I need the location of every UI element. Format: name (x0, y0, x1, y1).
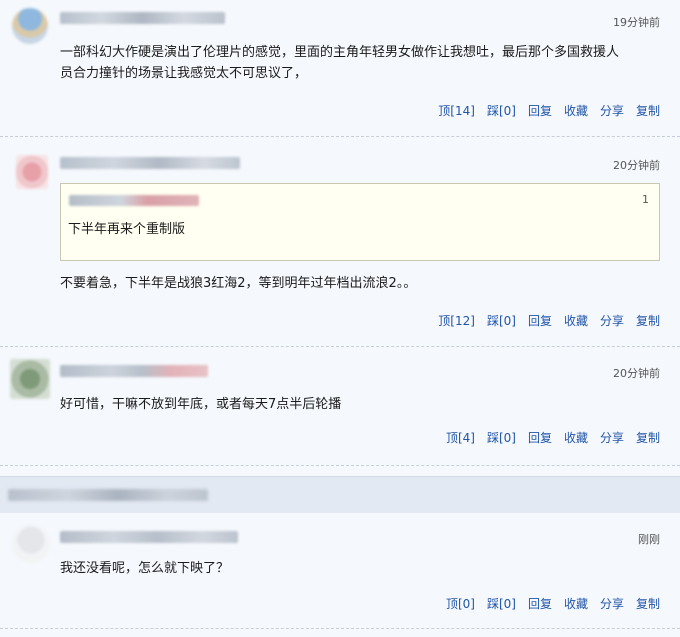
comment-text: 不要着急，下半年是战狼3红海2，等到明年过年档出流浪2。。 (60, 273, 660, 294)
comment-divider (0, 465, 680, 466)
comment-text-line: 好可惜，干嘛不放到年底，或者每天7点半后轮播 (60, 397, 342, 412)
comment-actions: 顶[12] 踩[0] 回复 收藏 分享 复制 (426, 312, 660, 329)
comment-time: 20分钟前 (613, 159, 660, 172)
quote-text: 下半年再来个重制版 (68, 222, 186, 237)
upvote-link[interactable]: 顶[0] (446, 597, 475, 611)
avatar[interactable] (10, 359, 50, 399)
reply-link[interactable]: 回复 (528, 314, 552, 328)
favorite-link[interactable]: 收藏 (564, 431, 588, 445)
comment-actions: 顶[0] 踩[0] 回复 收藏 分享 复制 (434, 595, 660, 612)
comment-text: 一部科幻大作硬是演出了伦理片的感觉，里面的主角年轻男女做作让我想吐，最后那个多国… (60, 42, 660, 84)
avatar[interactable] (12, 525, 50, 563)
comment-text: 我还没看呢，怎么就下映了？ (60, 558, 660, 579)
comment-item: 20分钟前 好可惜，干嘛不放到年底，或者每天7点半后轮播 顶[4] 踩[0] 回复收… (0, 347, 680, 465)
reply-link[interactable]: 回复 (528, 597, 552, 611)
quoted-comment: 1 下半年再来个重制版 (60, 183, 660, 261)
comment-item: 刚刚 我还没看呢，怎么就下映了？ 顶[0] 踩[0] 回复 收藏 分享 复制 (0, 513, 680, 637)
downvote-link[interactable]: 踩[0] (487, 104, 516, 118)
upvote-link[interactable]: 顶[12] (438, 314, 475, 328)
avatar[interactable] (12, 8, 48, 44)
copy-link[interactable]: 复制 (636, 431, 660, 445)
comment-item: 20分钟前 1 下半年再来个重制版 不要着急，下半年是战狼3红海2，等到明年过年… (0, 137, 680, 346)
favorite-link[interactable]: 收藏 (564, 104, 588, 118)
comment-actions: 顶[14] 踩[0] 回复 收藏 分享 复制 (426, 102, 660, 119)
downvote-link[interactable]: 踩[0] (487, 431, 516, 445)
comment-time: 19分钟前 (613, 16, 660, 29)
favorite-link[interactable]: 收藏 (564, 597, 588, 611)
share-link[interactable]: 分享 (600, 431, 624, 445)
comment-item: 19分钟前 一部科幻大作硬是演出了伦理片的感觉，里面的主角年轻男女做作让我想吐，… (0, 0, 680, 136)
quoted-username-blurred[interactable] (69, 195, 199, 206)
comment-text: 好可惜，干嘛不放到年底，或者每天7点半后轮播 (60, 394, 660, 415)
copy-link[interactable]: 复制 (636, 597, 660, 611)
comment-text-line: 员合力撞针的场景让我感觉太不可思议了， (60, 66, 308, 81)
comment-text-line: 不要着急，下半年是战狼3红海2，等到明年过年档出流浪2。。 (60, 276, 417, 291)
reply-link[interactable]: 回复 (528, 431, 552, 445)
downvote-link[interactable]: 踩[0] (487, 597, 516, 611)
comment-text-line: 我还没看呢，怎么就下映了？ (60, 561, 230, 576)
downvote-link[interactable]: 踩[0] (487, 314, 516, 328)
comment-text-line: 一部科幻大作硬是演出了伦理片的感觉，里面的主角年轻男女做作让我想吐，最后那个多国… (60, 45, 620, 60)
favorite-link[interactable]: 收藏 (564, 314, 588, 328)
username-blurred[interactable] (60, 531, 238, 543)
username-blurred[interactable] (60, 157, 240, 169)
upvote-link[interactable]: 顶[14] (438, 104, 475, 118)
share-link[interactable]: 分享 (600, 597, 624, 611)
share-link[interactable]: 分享 (600, 314, 624, 328)
username-blurred[interactable] (60, 365, 208, 377)
copy-link[interactable]: 复制 (636, 104, 660, 118)
blurred-text (8, 489, 208, 501)
avatar[interactable] (16, 155, 48, 189)
copy-link[interactable]: 复制 (636, 314, 660, 328)
reply-link[interactable]: 回复 (528, 104, 552, 118)
share-link[interactable]: 分享 (600, 104, 624, 118)
comment-actions: 顶[4] 踩[0] 回复 收藏 分享 复制 (434, 429, 660, 446)
quote-floor-number: 1 (642, 193, 649, 206)
upvote-link[interactable]: 顶[4] (446, 431, 475, 445)
comment-time: 刚刚 (638, 533, 660, 546)
comment-time: 20分钟前 (613, 367, 660, 380)
username-blurred[interactable] (60, 12, 225, 24)
comment-divider (0, 628, 680, 629)
blurred-section-header (0, 476, 680, 513)
